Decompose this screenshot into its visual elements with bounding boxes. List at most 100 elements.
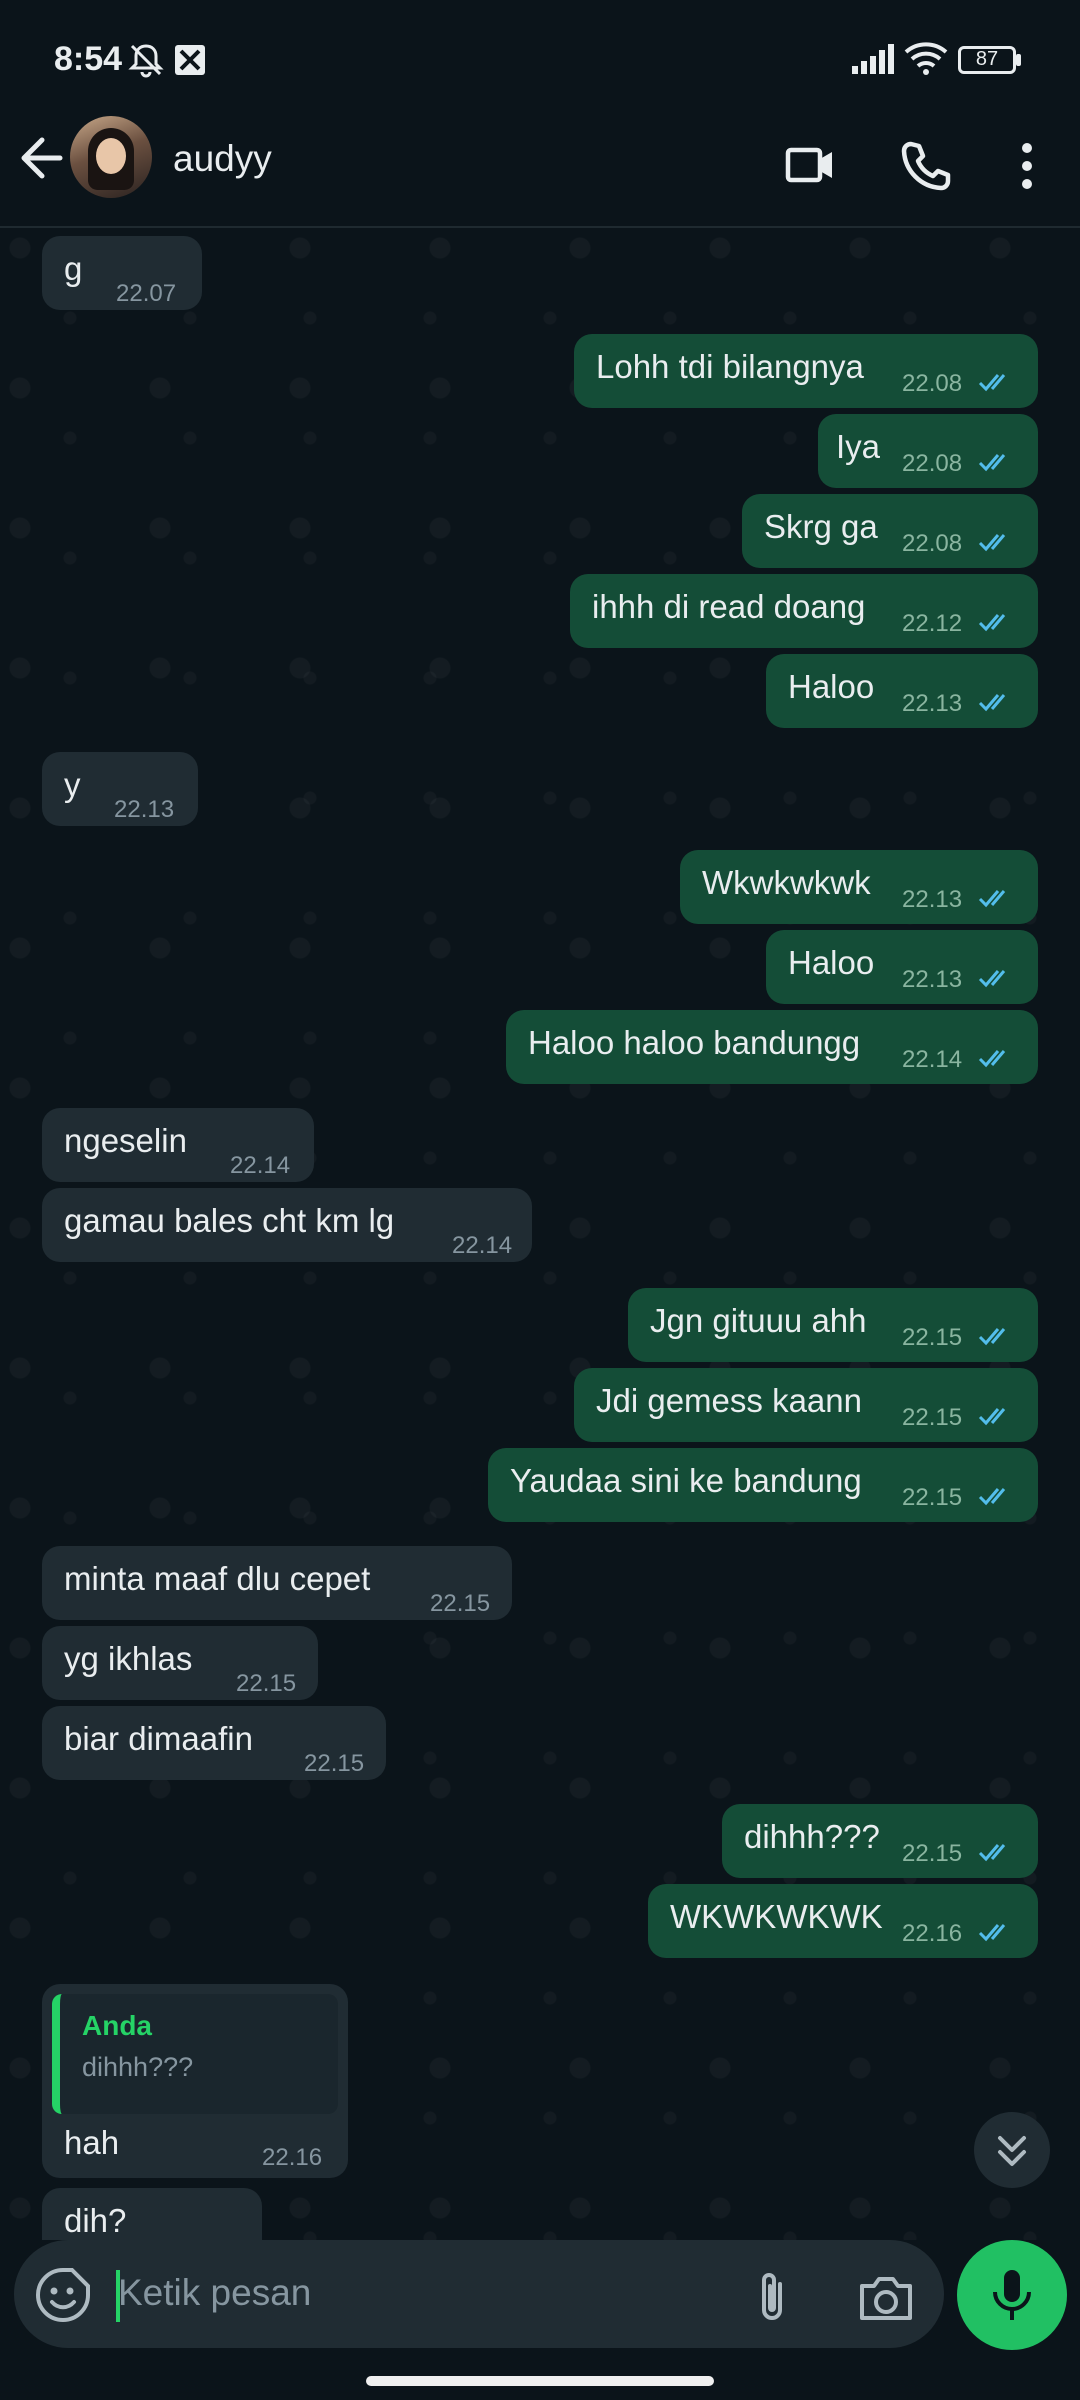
read-receipt-icon (978, 614, 1006, 632)
message-bubble-outgoing[interactable]: WKWKWKWK 22.16 (648, 1884, 1038, 1958)
attach-icon[interactable] (740, 2266, 804, 2330)
message-bubble-outgoing[interactable]: Yaudaa sini ke bandung 22.15 (488, 1448, 1038, 1522)
message-bubble-incoming[interactable]: minta maaf dlu cepet 22.15 (42, 1546, 512, 1620)
quoted-text: dihhh??? (82, 2052, 194, 2082)
message-list[interactable]: g 22.07 Lohh tdi bilangnya 22.08 Iya 22.… (0, 228, 1080, 2240)
clock: 8:54 (54, 40, 123, 78)
message-time: 22.15 (304, 1750, 365, 1777)
message-bubble-outgoing[interactable]: Haloo 22.13 (766, 930, 1038, 1004)
message-text: Jdi gemess kaann (596, 1382, 862, 1419)
home-gesture-pill[interactable] (366, 2376, 714, 2386)
voice-call-icon[interactable] (885, 126, 965, 206)
message-bubble-incoming[interactable]: biar dimaafin 22.15 (42, 1706, 386, 1780)
message-text: Skrg ga (764, 508, 878, 545)
battery-icon: 87 (958, 46, 1016, 74)
message-text: dihhh??? (744, 1818, 880, 1855)
message-bubble-outgoing[interactable]: Iya 22.08 (818, 414, 1038, 488)
message-bubble-incoming[interactable]: dih? (42, 2188, 262, 2240)
signal-icon (852, 44, 894, 74)
message-bubble-incoming-reply[interactable]: Anda dihhh??? hah 22.16 (42, 1984, 348, 2178)
app-notification-icon (175, 45, 205, 75)
status-bar: 8:54 87 (0, 0, 1080, 120)
message-text: ngeselin (64, 1122, 187, 1159)
message-time: 22.07 (116, 280, 177, 307)
message-text: Wkwkwkwk (702, 864, 871, 901)
message-text: hah (64, 2124, 120, 2161)
read-receipt-icon (978, 374, 1006, 392)
message-time: 22.13 (902, 690, 963, 717)
message-time: 22.15 (430, 1590, 491, 1617)
message-text: WKWKWKWK (670, 1898, 883, 1935)
message-bubble-incoming[interactable]: yg ikhlas 22.15 (42, 1626, 318, 1700)
notifications-muted-icon (128, 44, 164, 78)
message-bubble-outgoing[interactable]: Wkwkwkwk 22.13 (680, 850, 1038, 924)
voice-message-button[interactable] (957, 2240, 1067, 2350)
message-bubble-outgoing[interactable]: Skrg ga 22.08 (742, 494, 1038, 568)
message-time: 22.14 (902, 1046, 963, 1073)
message-time: 22.13 (902, 886, 963, 913)
avatar[interactable] (70, 116, 152, 198)
message-text: biar dimaafin (64, 1720, 253, 1757)
scroll-to-bottom-button[interactable] (974, 2112, 1050, 2188)
message-bubble-outgoing[interactable]: Jdi gemess kaann 22.15 (574, 1368, 1038, 1442)
quoted-message[interactable]: Anda dihhh??? (52, 1994, 338, 2114)
message-time: 22.16 (902, 1920, 963, 1947)
message-text: gamau bales cht km lg (64, 1202, 395, 1239)
message-text: Haloo (788, 668, 875, 705)
message-time: 22.14 (230, 1152, 291, 1179)
message-bubble-outgoing[interactable]: Jgn gituuu ahh 22.15 (628, 1288, 1038, 1362)
message-time: 22.08 (902, 450, 963, 477)
message-bubble-incoming[interactable]: gamau bales cht km lg 22.14 (42, 1188, 532, 1262)
sticker-emoji-icon[interactable] (32, 2264, 94, 2326)
read-receipt-icon (978, 1488, 1006, 1506)
wifi-icon (904, 42, 948, 75)
message-text: y (64, 766, 81, 803)
video-call-icon[interactable] (770, 126, 850, 206)
read-receipt-icon (978, 1844, 1006, 1862)
message-text: Iya (836, 428, 881, 465)
message-text: dih? (64, 2202, 127, 2239)
read-receipt-icon (978, 890, 1006, 908)
microphone-icon (993, 2270, 1031, 2320)
message-text: Yaudaa sini ke bandung (510, 1462, 862, 1499)
quoted-sender: Anda (82, 2010, 152, 2041)
read-receipt-icon (978, 694, 1006, 712)
message-time: 22.13 (114, 796, 175, 823)
message-text: yg ikhlas (64, 1640, 193, 1677)
message-bubble-incoming[interactable]: y 22.13 (42, 752, 198, 826)
message-time: 22.12 (902, 610, 963, 637)
message-bubble-outgoing[interactable]: Lohh tdi bilangnya 22.08 (574, 334, 1038, 408)
read-receipt-icon (978, 970, 1006, 988)
message-text: ihhh di read doang (592, 588, 866, 625)
message-text: Lohh tdi bilangnya (596, 348, 864, 385)
read-receipt-icon (978, 1050, 1006, 1068)
message-time: 22.14 (452, 1232, 513, 1259)
message-time: 22.15 (902, 1404, 963, 1431)
more-options-icon[interactable] (987, 126, 1067, 206)
message-text: g (64, 250, 83, 287)
message-time: 22.15 (902, 1324, 963, 1351)
message-time: 22.16 (262, 2144, 323, 2171)
message-bubble-incoming[interactable]: g 22.07 (42, 236, 202, 310)
message-time: 22.15 (236, 1670, 297, 1697)
message-time: 22.15 (902, 1840, 963, 1867)
message-bubble-incoming[interactable]: ngeselin 22.14 (42, 1108, 314, 1182)
message-text: Jgn gituuu ahh (650, 1302, 867, 1339)
message-text: Haloo haloo bandungg (528, 1024, 861, 1061)
message-bubble-outgoing[interactable]: ihhh di read doang 22.12 (570, 574, 1038, 648)
read-receipt-icon (978, 1328, 1006, 1346)
message-time: 22.08 (902, 530, 963, 557)
read-receipt-icon (978, 1408, 1006, 1426)
message-time: 22.08 (902, 370, 963, 397)
battery-tip (1016, 54, 1021, 66)
double-chevron-down-icon (998, 2136, 1026, 2166)
message-bubble-outgoing[interactable]: dihhh??? 22.15 (722, 1804, 1038, 1878)
camera-icon[interactable] (852, 2266, 920, 2330)
contact-name[interactable]: audyy (173, 138, 272, 180)
message-time: 22.13 (902, 966, 963, 993)
message-bubble-outgoing[interactable]: Haloo 22.13 (766, 654, 1038, 728)
message-input-placeholder[interactable]: Ketik pesan (118, 2272, 311, 2314)
read-receipt-icon (978, 454, 1006, 472)
message-bubble-outgoing[interactable]: Haloo haloo bandungg 22.14 (506, 1010, 1038, 1084)
message-text: Haloo (788, 944, 875, 981)
